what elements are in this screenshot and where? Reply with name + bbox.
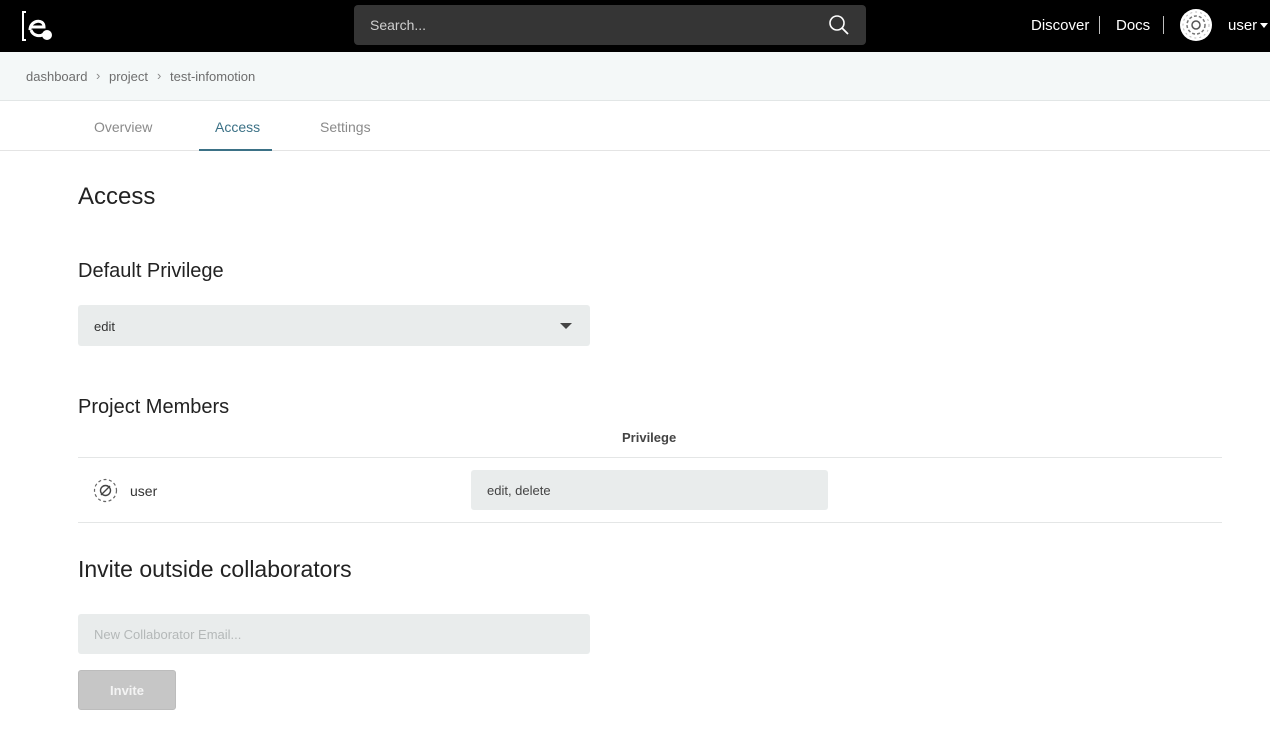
avatar-gear-icon	[1182, 11, 1210, 39]
collaborator-email-input[interactable]	[78, 614, 590, 654]
user-menu-label[interactable]: user	[1228, 17, 1257, 34]
nav-divider	[1099, 16, 1100, 34]
nav-divider	[1163, 16, 1164, 34]
invite-button[interactable]: Invite	[78, 670, 176, 710]
breadcrumb-current: test-infomotion	[170, 69, 256, 84]
breadcrumb: dashboard › project › test-infomotion	[0, 52, 1270, 101]
search-icon[interactable]	[828, 14, 850, 36]
tab-overview[interactable]: Overview	[94, 119, 152, 135]
active-tab-indicator	[199, 149, 272, 151]
breadcrumb-dashboard[interactable]: dashboard	[26, 69, 87, 84]
nav-discover-link[interactable]: Discover	[1031, 17, 1089, 34]
default-privilege-heading: Default Privilege	[78, 260, 224, 282]
tab-access[interactable]: Access	[215, 119, 260, 135]
tab-bar: Overview Access Settings	[0, 101, 1270, 151]
member-privilege-select[interactable]: edit, delete	[471, 470, 828, 510]
table-divider	[78, 457, 1222, 458]
breadcrumb-project[interactable]: project	[109, 69, 148, 84]
search-placeholder[interactable]: Search...	[370, 17, 426, 33]
member-privilege-value: edit, delete	[487, 483, 551, 498]
e-logo-icon[interactable]	[20, 8, 56, 44]
breadcrumb-separator: ›	[96, 68, 101, 83]
tab-settings[interactable]: Settings	[320, 119, 371, 135]
user-avatar[interactable]	[1180, 9, 1212, 41]
default-privilege-value: edit	[94, 319, 115, 334]
invite-heading: Invite outside collaborators	[78, 556, 352, 582]
privilege-column-header: Privilege	[622, 430, 677, 445]
default-privilege-select[interactable]: edit	[78, 305, 590, 346]
member-avatar-icon	[93, 478, 118, 503]
search-bar[interactable]: Search...	[354, 5, 866, 45]
top-navbar: Search... Discover Docs user	[0, 0, 1270, 52]
member-name: user	[130, 483, 158, 499]
page-title: Access	[78, 183, 156, 210]
nav-docs-link[interactable]: Docs	[1116, 17, 1150, 34]
project-members-heading: Project Members	[78, 396, 230, 418]
chevron-down-icon	[560, 323, 572, 329]
breadcrumb-separator: ›	[157, 68, 162, 83]
chevron-down-icon[interactable]	[1260, 23, 1268, 28]
table-divider	[78, 522, 1222, 523]
